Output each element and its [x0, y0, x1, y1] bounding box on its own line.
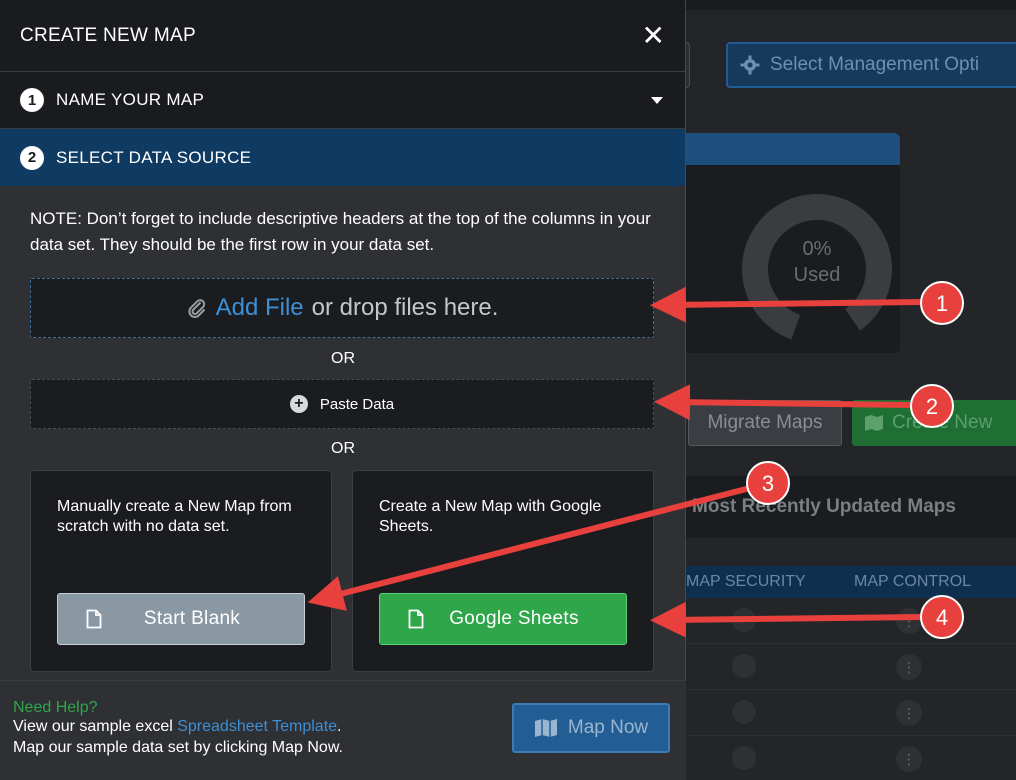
paperclip-icon — [188, 299, 205, 318]
modal-header: CREATE NEW MAP ✕ — [0, 0, 685, 72]
table-row[interactable]: ⋮ — [686, 644, 1016, 690]
gear-icon — [740, 55, 760, 75]
help-title: Need Help? — [13, 699, 98, 716]
headers-note: NOTE: Don’t forget to include descriptiv… — [30, 209, 651, 254]
google-sheets-card: Create a New Map with Google Sheets. Goo… — [352, 470, 654, 672]
more-options-icon[interactable]: ⋮ — [896, 608, 922, 634]
step-label: SELECT DATA SOURCE — [56, 147, 252, 167]
step-select-data-source[interactable]: 2 SELECT DATA SOURCE — [0, 129, 685, 186]
data-source-section: NOTE: Don’t forget to include descriptiv… — [0, 186, 685, 678]
create-new-map-modal: CREATE NEW MAP ✕ 1 NAME YOUR MAP 2 SELEC… — [0, 0, 686, 780]
step-number: 1 — [20, 88, 44, 112]
select-management-options-button[interactable]: Select Management Opti — [726, 42, 1016, 88]
recent-heading-text: Most Recently Updated Maps — [692, 496, 956, 517]
or-separator: OR — [331, 350, 355, 367]
usage-card-header — [650, 133, 900, 165]
more-options-icon[interactable]: ⋮ — [896, 700, 922, 726]
map-now-button[interactable]: Map Now — [512, 703, 670, 753]
gauge-label: Used — [793, 264, 841, 286]
chevron-down-icon[interactable] — [651, 97, 663, 104]
step-number: 2 — [20, 145, 44, 170]
file-dropzone[interactable]: Add File or drop files here. — [30, 278, 654, 338]
table-row[interactable]: ⋮ — [686, 598, 1016, 644]
dropzone-text: or drop files here. — [311, 294, 499, 321]
file-icon — [86, 609, 102, 629]
create-new-button[interactable]: Create New — [852, 400, 1016, 446]
plus-circle-icon: + — [289, 395, 308, 413]
help-suffix: . — [337, 718, 342, 735]
table-row[interactable]: ⋮ — [686, 736, 1016, 780]
close-icon[interactable]: ✕ — [642, 21, 665, 50]
recent-maps-heading: Most Recently Updated Maps — [686, 476, 1016, 538]
step-name-your-map[interactable]: 1 NAME YOUR MAP — [0, 72, 685, 129]
modal-title: CREATE NEW MAP — [20, 24, 196, 46]
or-separator: OR — [331, 440, 355, 457]
migrate-label: Migrate Maps — [707, 412, 823, 433]
maps-table-header: MAP SECURITY MAP CONTROL — [686, 566, 1016, 598]
start-blank-description: Manually create a New Map from scratch w… — [57, 498, 292, 535]
column-header-control: MAP CONTROL — [854, 573, 972, 590]
step-label: NAME YOUR MAP — [56, 90, 205, 109]
gauge-percent: 0% — [802, 238, 832, 260]
modal-footer: Need Help? View our sample excel Spreads… — [0, 680, 686, 780]
lock-icon[interactable] — [732, 608, 756, 632]
user-lock-icon[interactable] — [732, 700, 756, 724]
help-prefix: View our sample excel — [13, 718, 173, 735]
map-plus-icon — [865, 415, 883, 431]
help-text-map-now: Map our sample data set by clicking Map … — [13, 739, 343, 756]
help-text-template: View our sample excel Spreadsheet Templa… — [13, 718, 342, 736]
file-icon — [408, 609, 424, 629]
google-sheets-description: Create a New Map with Google Sheets. — [379, 498, 602, 535]
management-button-label: Select Management Opti — [770, 54, 980, 75]
column-header-security: MAP SECURITY — [686, 573, 806, 590]
add-file-link[interactable]: Add File — [216, 294, 304, 322]
map-now-label: Map Now — [567, 717, 649, 738]
user-lock-icon[interactable] — [732, 746, 756, 770]
start-blank-card: Manually create a New Map from scratch w… — [30, 470, 332, 672]
more-options-icon[interactable]: ⋮ — [896, 746, 922, 772]
create-label: Create New — [892, 412, 993, 433]
start-blank-button[interactable]: Start Blank — [57, 593, 305, 645]
map-icon — [534, 719, 557, 737]
spreadsheet-template-link[interactable]: Spreadsheet Template — [177, 718, 337, 735]
paste-data-button[interactable]: + Paste Data — [30, 379, 654, 429]
table-row[interactable]: ⋮ — [686, 690, 1016, 736]
more-options-icon[interactable]: ⋮ — [896, 654, 922, 680]
migrate-maps-button[interactable]: Migrate Maps — [688, 400, 842, 446]
unlock-icon[interactable] — [732, 654, 756, 678]
gauge-text: 0% Used — [770, 236, 864, 288]
paste-data-label: Paste Data — [319, 395, 395, 413]
google-sheets-button[interactable]: Google Sheets — [379, 593, 627, 645]
